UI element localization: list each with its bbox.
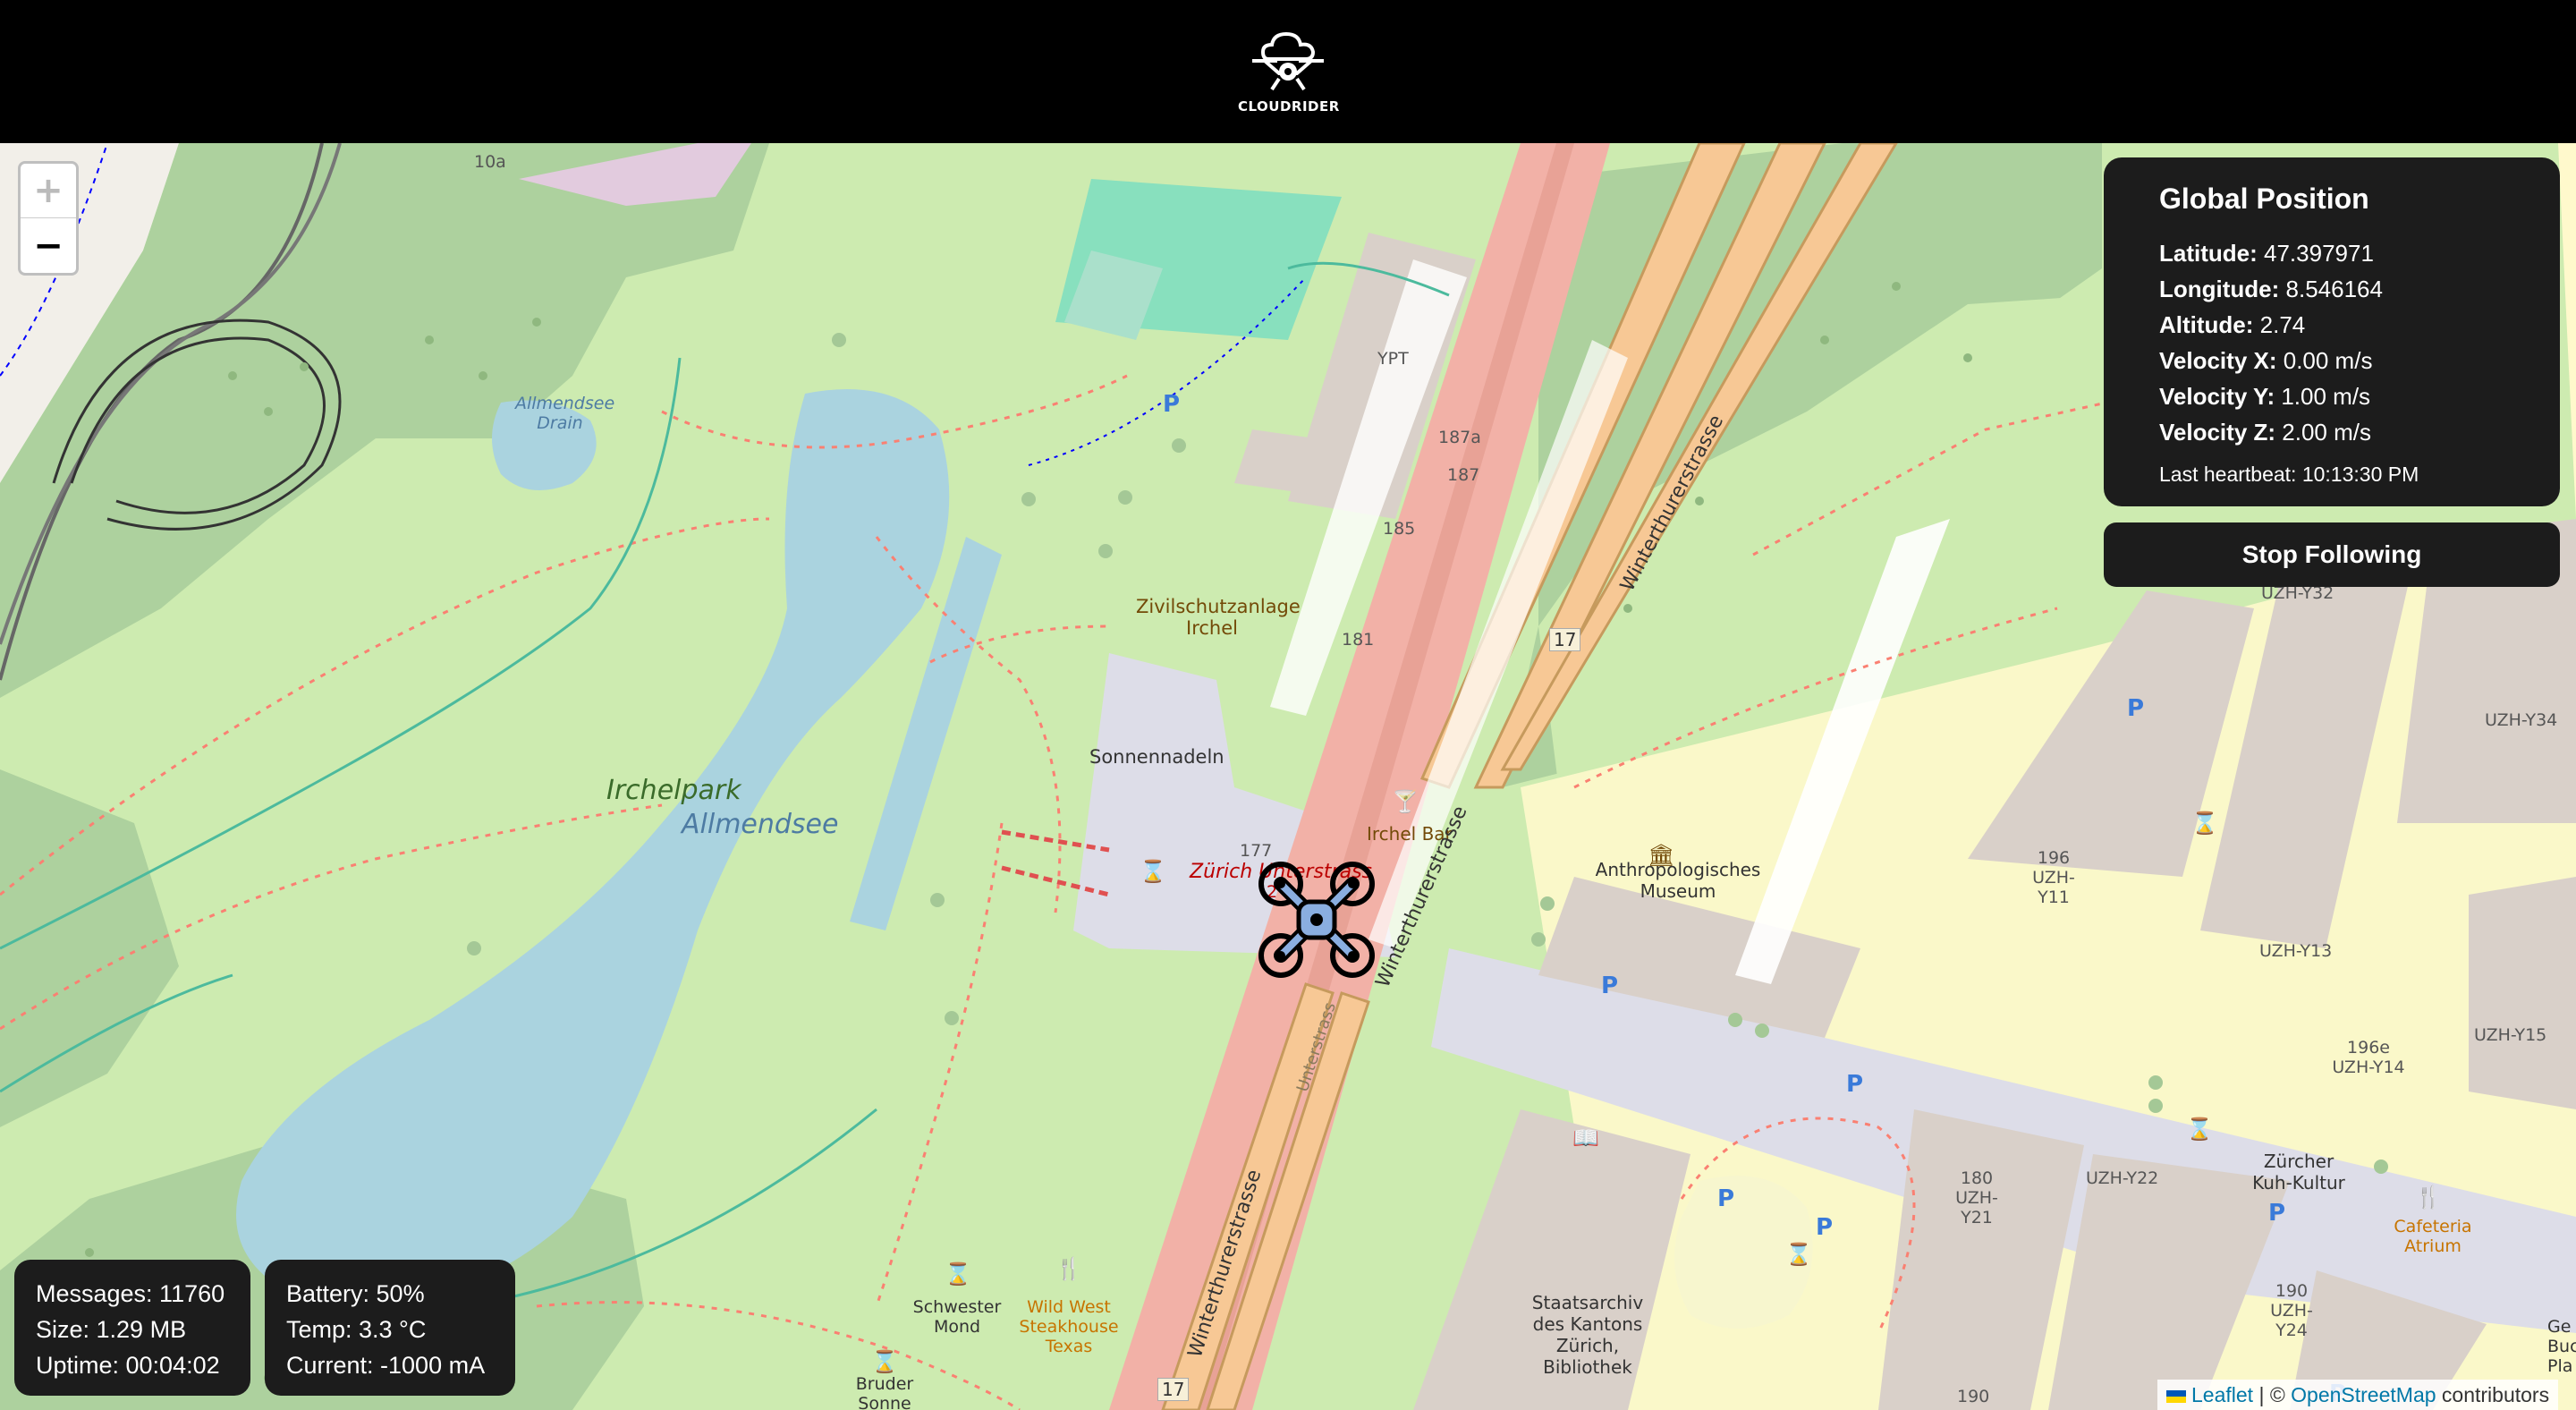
svg-text:⌛: ⌛ bbox=[871, 1349, 898, 1374]
temperature: Temp: 3.3 °C bbox=[286, 1316, 427, 1343]
zivilschutz-label: Zivilschutzanlage Irchel bbox=[1136, 596, 1301, 639]
uzh-y22-label: UZH-Y22 bbox=[2086, 1168, 2159, 1188]
global-position-panel: Global Position Latitude: 47.397971 Long… bbox=[2104, 157, 2560, 506]
velocity-y-value: 1.00 m/s bbox=[2281, 383, 2371, 410]
altitude-label: Altitude: bbox=[2159, 311, 2254, 338]
longitude-value: 8.546164 bbox=[2285, 276, 2383, 302]
housenumber-177: 177 bbox=[1240, 841, 1273, 861]
attribution-contributors: contributors bbox=[2436, 1383, 2550, 1406]
uzh-y34-label: UZH-Y34 bbox=[2485, 710, 2558, 730]
attribution-separator: | © bbox=[2253, 1383, 2292, 1406]
housenumber-185: 185 bbox=[1383, 519, 1416, 539]
uptime: Uptime: 00:04:02 bbox=[36, 1352, 220, 1379]
uzh-y11-label: 196 UZH-Y11 bbox=[2032, 848, 2075, 907]
svg-text:⌛: ⌛ bbox=[2191, 811, 2218, 836]
velocity-x-value: 0.00 m/s bbox=[2283, 347, 2373, 374]
battery-level: Battery: 50% bbox=[286, 1280, 425, 1307]
altitude-row: Altitude: 2.74 bbox=[2159, 307, 2560, 343]
bruder-sonne-label: Bruder Sonne bbox=[855, 1374, 914, 1410]
anthropologisches-label: Anthropologisches Museum bbox=[1595, 859, 1761, 902]
leaflet-link[interactable]: Leaflet bbox=[2191, 1383, 2253, 1406]
svg-text:P: P bbox=[1816, 1214, 1833, 1241]
ge-buc-pla-label: Ge Buc Pla bbox=[2547, 1317, 2576, 1376]
uzh-y21-label: 180 UZH-Y21 bbox=[1955, 1168, 1998, 1227]
schwester-mond-label: Schwester Mond bbox=[912, 1297, 1002, 1337]
svg-text:📖: 📖 bbox=[1572, 1125, 1599, 1151]
longitude-label: Longitude: bbox=[2159, 276, 2280, 302]
velocity-z-label: Velocity Z: bbox=[2159, 419, 2276, 446]
svg-text:P: P bbox=[1846, 1071, 1863, 1098]
ypt-label: YPT bbox=[1377, 349, 1409, 369]
cloudrider-logo: CLOUDRIDER bbox=[1238, 25, 1340, 118]
svg-text:P: P bbox=[1163, 391, 1180, 418]
uzh-y13-label: UZH-Y13 bbox=[2259, 941, 2333, 961]
longitude-row: Longitude: 8.546164 bbox=[2159, 271, 2560, 307]
svg-text:⌛: ⌛ bbox=[2186, 1117, 2213, 1142]
sonnennadeln-label: Sonnennadeln bbox=[1089, 746, 1224, 768]
velocity-x-row: Velocity X: 0.00 m/s bbox=[2159, 343, 2560, 378]
zoom-control: + − bbox=[18, 161, 79, 276]
velocity-y-label: Velocity Y: bbox=[2159, 383, 2275, 410]
messages-count: Messages: 11760 bbox=[36, 1280, 225, 1307]
svg-text:⌛: ⌛ bbox=[1785, 1242, 1812, 1267]
wild-west-label: Wild West Steakhouse Texas bbox=[1019, 1297, 1119, 1356]
kuh-kultur-label: Zürcher Kuh-Kultur bbox=[2252, 1151, 2345, 1193]
uzh-y15-label: UZH-Y15 bbox=[2474, 1025, 2547, 1045]
velocity-x-label: Velocity X: bbox=[2159, 347, 2277, 374]
allmendsee-drain-label: Allmendsee Drain bbox=[515, 394, 615, 433]
housenumber-187a: 187a bbox=[1438, 428, 1481, 447]
latitude-value: 47.397971 bbox=[2264, 240, 2374, 267]
svg-text:🍴: 🍴 bbox=[1055, 1256, 1082, 1281]
route-17-shield-2: 17 bbox=[1157, 1378, 1190, 1401]
altitude-value: 2.74 bbox=[2259, 311, 2306, 338]
velocity-y-row: Velocity Y: 1.00 m/s bbox=[2159, 378, 2560, 414]
zoom-out-button[interactable]: − bbox=[21, 218, 76, 273]
housenumber-181: 181 bbox=[1342, 630, 1375, 650]
housenumber-190: 190 bbox=[1957, 1387, 1990, 1406]
velocity-z-value: 2.00 m/s bbox=[2282, 419, 2371, 446]
svg-text:🍸: 🍸 bbox=[1392, 788, 1419, 814]
latitude-row: Latitude: 47.397971 bbox=[2159, 235, 2560, 271]
svg-text:P: P bbox=[2127, 695, 2144, 722]
telemetry-stats-box: Messages: 11760 Size: 1.29 MB Uptime: 00… bbox=[14, 1260, 250, 1396]
velocity-z-row: Velocity Z: 2.00 m/s bbox=[2159, 414, 2560, 450]
allmendsee-label: Allmendsee bbox=[682, 809, 839, 840]
drone-marker-icon[interactable] bbox=[1256, 859, 1377, 981]
svg-text:⌛: ⌛ bbox=[945, 1261, 971, 1287]
ukraine-flag-icon bbox=[2166, 1390, 2186, 1403]
svg-text:P: P bbox=[1717, 1185, 1734, 1212]
svg-text:P: P bbox=[1601, 973, 1618, 999]
map-attribution: Leaflet | © OpenStreetMap contributors bbox=[2157, 1380, 2559, 1410]
brand-name: CLOUDRIDER bbox=[1238, 98, 1340, 115]
svg-text:🍴: 🍴 bbox=[2415, 1185, 2442, 1210]
data-size: Size: 1.29 MB bbox=[36, 1316, 187, 1343]
last-heartbeat: Last heartbeat: 10:13:30 PM bbox=[2159, 463, 2419, 486]
drone-cloud-logo-icon bbox=[1252, 31, 1324, 91]
uzh-y24-label: 190 UZH-Y24 bbox=[2270, 1281, 2313, 1340]
route-17-shield-1: 17 bbox=[1549, 628, 1581, 651]
current-draw: Current: -1000 mA bbox=[286, 1352, 486, 1379]
osm-link[interactable]: OpenStreetMap bbox=[2291, 1383, 2436, 1406]
housenumber-187: 187 bbox=[1447, 465, 1480, 485]
power-stats-box: Battery: 50% Temp: 3.3 °C Current: -1000… bbox=[265, 1260, 515, 1396]
svg-text:P: P bbox=[2268, 1200, 2285, 1227]
svg-text:⌛: ⌛ bbox=[1140, 859, 1166, 884]
latitude-label: Latitude: bbox=[2159, 240, 2258, 267]
zoom-in-button[interactable]: + bbox=[21, 164, 76, 218]
stop-following-button[interactable]: Stop Following bbox=[2104, 522, 2560, 587]
irchelpark-label: Irchelpark bbox=[606, 775, 741, 806]
staatsarchiv-label: Staatsarchiv des Kantons Zürich, Bibliot… bbox=[1531, 1292, 1644, 1378]
panel-title: Global Position bbox=[2159, 183, 2369, 215]
housenumber-10a: 10a bbox=[474, 152, 506, 172]
cafeteria-atrium-label: Cafeteria Atrium bbox=[2394, 1217, 2472, 1256]
uzh-y14-label: 196e UZH-Y14 bbox=[2332, 1038, 2405, 1077]
app-header: CLOUDRIDER bbox=[0, 0, 2576, 143]
